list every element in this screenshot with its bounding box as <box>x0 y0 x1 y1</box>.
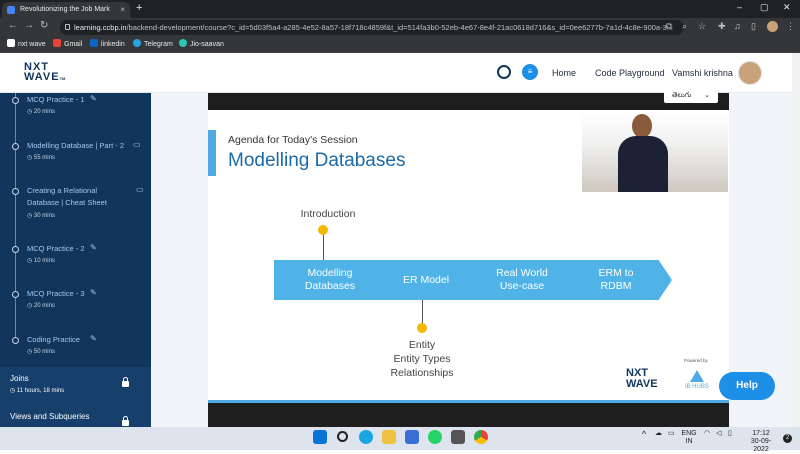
nav-home[interactable]: Home <box>552 68 576 78</box>
user-name[interactable]: Vamshi krishna <box>672 68 733 78</box>
lock-icon <box>122 377 129 387</box>
pencil-icon: ✎ <box>90 288 97 297</box>
bookmark-linkedin[interactable]: linkedin <box>90 39 125 48</box>
wifi-icon[interactable]: ◠ <box>704 430 710 438</box>
back-icon[interactable]: ← <box>8 20 18 31</box>
chevron-down-icon: ⌄ <box>704 92 710 99</box>
book-icon: ▭ <box>133 140 141 149</box>
user-avatar[interactable] <box>738 61 762 85</box>
reload-icon[interactable]: ↻ <box>40 20 48 31</box>
page-scrollbar[interactable] <box>792 53 800 427</box>
pencil-icon: ✎ <box>90 334 97 343</box>
tab-close-icon[interactable]: × <box>120 5 125 14</box>
milestone-label-bottom: Entity Entity Types Relationships <box>390 339 454 379</box>
help-button[interactable]: Help <box>719 372 775 400</box>
windows-start-icon[interactable] <box>313 430 327 444</box>
profile-avatar[interactable] <box>767 21 778 32</box>
chrome-icon[interactable] <box>474 430 488 444</box>
book-icon: ▭ <box>136 185 144 194</box>
browser-tab[interactable]: Revolutionizing the Job Mark × <box>2 2 130 18</box>
whatsapp-icon[interactable] <box>428 430 442 444</box>
slide-accent-bar <box>208 130 216 176</box>
milestone-dot <box>318 225 328 235</box>
minimize-icon[interactable]: – <box>737 2 742 12</box>
forward-icon[interactable]: → <box>24 20 34 31</box>
taskbar <box>0 427 800 450</box>
search-icon[interactable] <box>337 431 348 442</box>
slide-agenda: Agenda for Today's Session <box>228 134 358 146</box>
language-indicator[interactable]: ENG IN <box>681 430 697 446</box>
edge-icon[interactable] <box>359 430 373 444</box>
maximize-icon[interactable]: ▢ <box>760 2 769 13</box>
zoom-icon[interactable]: ⌕ <box>682 21 687 32</box>
media-icon[interactable]: ♫ <box>734 21 741 31</box>
url-path: /backend-development/course?c_id=5d03f5a… <box>126 23 674 32</box>
favicon-icon <box>7 6 15 14</box>
app-icon[interactable] <box>451 430 465 444</box>
battery-status-icon[interactable]: ▯ <box>728 430 732 438</box>
milestone-dot <box>417 323 427 333</box>
bookmark-star-icon[interactable]: ☆ <box>698 21 706 32</box>
tray-chevron-icon[interactable]: ^ <box>642 430 646 439</box>
url-bar[interactable]: learning.ccbp.in/backend-development/cou… <box>60 20 684 35</box>
bookmark-gmail[interactable]: Gmail <box>53 39 82 48</box>
lock-icon <box>65 24 70 30</box>
menu-icon[interactable]: ⋮ <box>786 21 795 32</box>
share-icon[interactable]: ⧉ <box>666 21 672 32</box>
process-step: ERM to RDBM <box>560 260 672 300</box>
nav-code-playground[interactable]: Code Playground <box>595 68 665 78</box>
course-sidebar: MCQ Practice - 1 ✎ ◷ 20 mins Modelling D… <box>0 93 151 427</box>
nxtwave-logo[interactable]: NXT WAVETM <box>24 62 65 84</box>
battery-icon[interactable]: ▭ <box>668 430 675 438</box>
url-domain: learning.ccbp.in <box>74 23 127 32</box>
cloud-icon[interactable]: ☁ <box>655 430 662 438</box>
slide-nxtwave-logo: NXT WAVE <box>626 367 658 390</box>
slide-bottom-bar <box>208 400 729 403</box>
process-step: ER Model <box>370 260 482 300</box>
milestone-label-top: Introduction <box>300 208 356 220</box>
file-explorer-icon[interactable] <box>382 430 396 444</box>
store-icon[interactable] <box>405 430 419 444</box>
volume-icon[interactable]: ◁ <box>716 430 721 438</box>
lock-icon <box>122 416 129 426</box>
extensions-icon[interactable]: ✚ <box>718 21 726 32</box>
presenter-video <box>582 112 728 192</box>
powered-by-label: Powered by <box>684 358 708 363</box>
bookmark-nxtwave[interactable]: nxt wave <box>7 39 46 48</box>
stopwatch-icon[interactable] <box>497 65 511 79</box>
ibhubs-logo: iB HUBS <box>680 370 714 390</box>
bookmark-telegram[interactable]: Telegram <box>133 39 173 48</box>
pencil-icon: ✎ <box>90 94 97 103</box>
process-step: Modelling Databases <box>274 260 386 300</box>
close-window-icon[interactable]: ✕ <box>783 2 791 13</box>
new-tab-button[interactable]: + <box>136 2 142 14</box>
chat-icon[interactable]: ≡ <box>522 64 538 80</box>
notification-badge[interactable]: 2 <box>783 434 792 443</box>
language-select[interactable]: తెలుగు ⌄ <box>664 90 718 103</box>
clock[interactable]: 17:12 30-09-2022 <box>745 430 777 454</box>
bookmark-jiosaavan[interactable]: Jio-saavan <box>179 39 224 48</box>
process-step: Real World Use-case <box>466 260 578 300</box>
pencil-icon: ✎ <box>90 243 97 252</box>
slide-title: Modelling Databases <box>228 150 406 171</box>
tab-title: Revolutionizing the Job Mark <box>20 6 110 13</box>
sidepanel-icon[interactable]: ▯ <box>751 21 756 32</box>
